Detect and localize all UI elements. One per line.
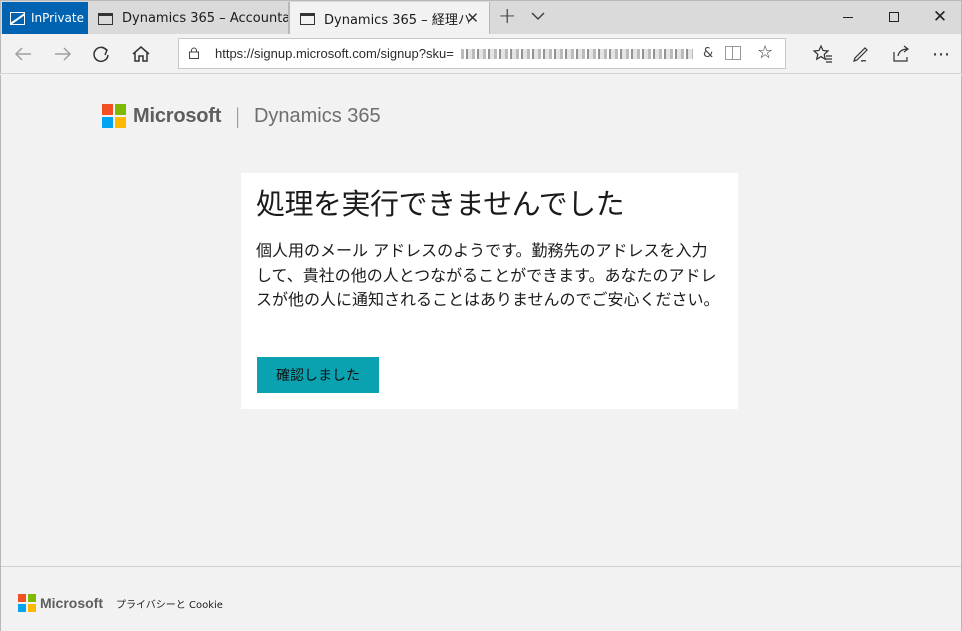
privacy-cookie-link[interactable]: プライバシーと Cookie [116, 596, 223, 611]
maximize-icon[interactable] [871, 1, 917, 33]
page-content: Microsoft | Dynamics 365 処理を実行できませんでした 個… [0, 75, 962, 631]
footer-brand: Microsoft [18, 594, 103, 612]
minimize-icon[interactable] [825, 1, 871, 33]
close-icon[interactable]: ✕ [466, 11, 479, 26]
forward-arrow-icon[interactable] [51, 42, 75, 66]
chevron-down-icon[interactable] [531, 9, 545, 23]
tab-title: Dynamics 365 – 経理ハブ [324, 13, 469, 28]
microsoft-logo-icon [102, 104, 126, 128]
inprivate-label: InPrivate [31, 11, 84, 25]
footer: Microsoft プライバシーと Cookie [1, 566, 961, 631]
inprivate-indicator[interactable]: InPrivate [2, 2, 88, 34]
header-brand: Microsoft | Dynamics 365 [102, 103, 381, 129]
company-name: Microsoft [133, 104, 222, 127]
back-arrow-icon[interactable] [11, 42, 35, 66]
inprivate-icon [10, 11, 25, 25]
reading-view-icon[interactable] [725, 46, 741, 60]
footer-company-name: Microsoft [40, 595, 103, 611]
tab-active[interactable]: Dynamics 365 – 経理ハブ ✕ [289, 2, 490, 35]
redacted-url-part [461, 49, 693, 59]
microsoft-logo-icon [18, 594, 36, 612]
tab-strip: InPrivate Dynamics 365 – Accountant Dyna… [0, 0, 962, 35]
home-icon[interactable] [129, 42, 153, 66]
tab-title: Dynamics 365 – Accountant [122, 11, 289, 26]
error-title: 処理を実行できませんでした [256, 187, 625, 221]
page-icon [300, 12, 315, 25]
tab-accountant[interactable]: Dynamics 365 – Accountant [88, 2, 289, 35]
error-card: 処理を実行できませんでした 個人用のメール アドレスのようです。勤務先のアドレス… [241, 173, 738, 409]
lock-icon [189, 47, 199, 59]
url-text[interactable]: https://signup.microsoft.com/signup?sku= [215, 46, 454, 61]
share-icon[interactable] [889, 42, 913, 66]
address-bar[interactable]: https://signup.microsoft.com/signup?sku=… [178, 38, 786, 69]
more-icon[interactable]: ⋯ [929, 42, 953, 66]
favorites-icon[interactable] [811, 42, 835, 66]
error-message: 個人用のメール アドレスのようです。勤務先のアドレスを入力して、貴社の他の人とつ… [256, 241, 720, 309]
close-window-icon[interactable]: ✕ [917, 1, 962, 33]
confirm-button[interactable]: 確認しました [257, 357, 379, 393]
url-suffix: & [703, 46, 714, 61]
product-name: Dynamics 365 [253, 104, 381, 127]
brand-separator: | [234, 104, 241, 128]
pen-icon[interactable] [849, 42, 873, 66]
refresh-icon[interactable] [89, 42, 113, 66]
navigation-bar: https://signup.microsoft.com/signup?sku=… [0, 34, 962, 74]
page-icon [98, 12, 113, 25]
star-icon[interactable]: ☆ [757, 42, 773, 63]
plus-icon[interactable]: + [498, 6, 516, 28]
